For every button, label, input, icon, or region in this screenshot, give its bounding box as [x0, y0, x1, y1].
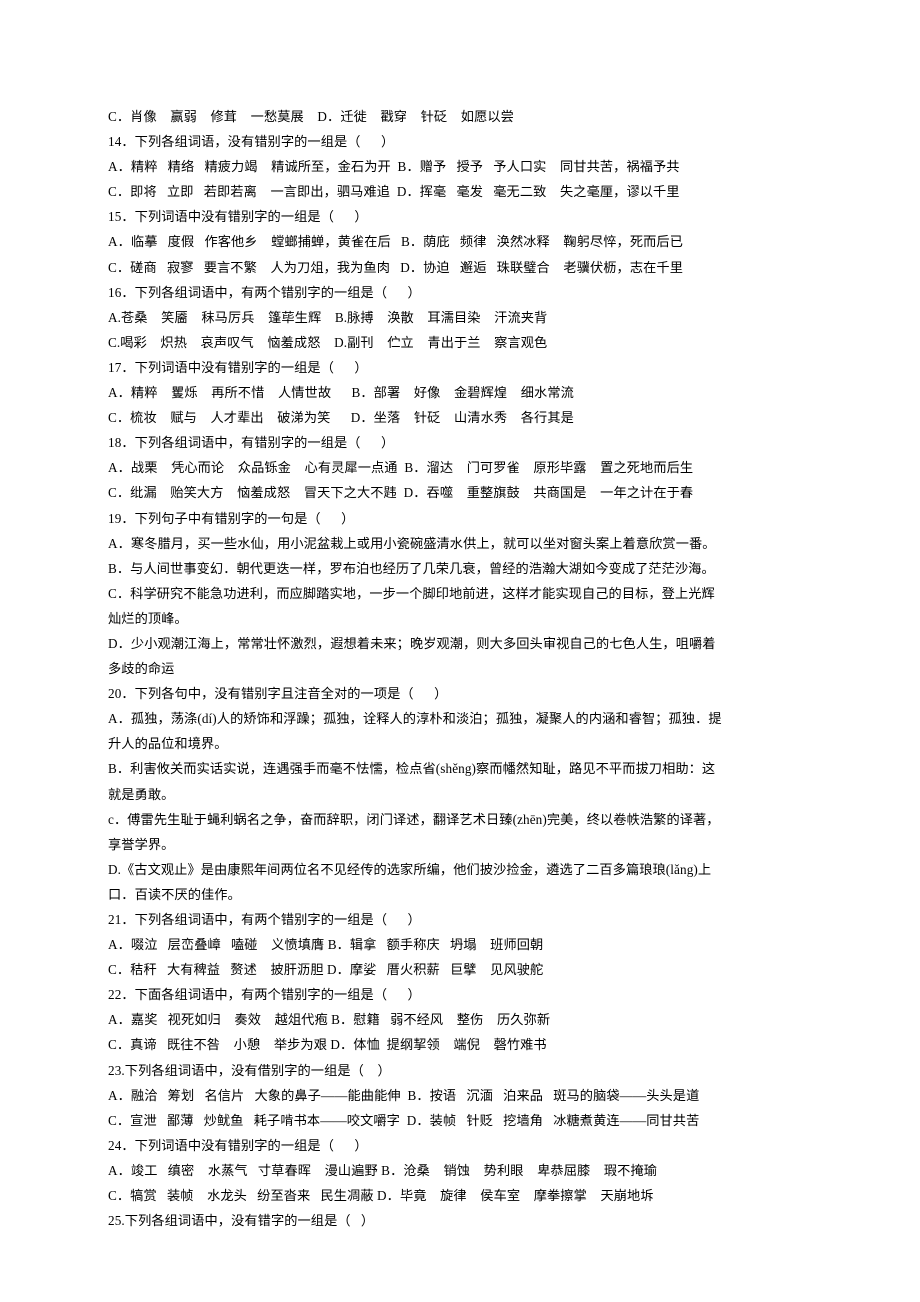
document-page: C．肖像 赢弱 修茸 一愁莫展 D．迁徙 戳穿 针砭 如愿以尝 14．下列各组词语… [0, 0, 920, 1302]
option-line: D．少小观潮江海上，常常壮怀激烈，遐想着未来；晚岁观潮，则大多回头审视自己的七色… [108, 635, 716, 651]
option-line: C．肖像 赢弱 修茸 一愁莫展 D．迁徙 戳穿 针砭 如愿以尝 [108, 109, 514, 124]
option-line: A．嘉奖 视死如归 奏效 越俎代疱 B．慰籍 弱不经风 整伤 历久弥新 [108, 1012, 551, 1028]
option-continuation-line: 口．百读不厌的佳作。 [108, 886, 241, 902]
question-stem-line: 22．下面各组词语中，有两个错别字的一组是（ ） [108, 987, 421, 1003]
option-continuation-line: 升人的品位和境界。 [108, 736, 228, 752]
option-continuation-line: 灿烂的顶峰。 [108, 610, 188, 626]
option-line: c．傅雷先生耻于蝇利蜗名之争，奋而辞职，闭门译述，翻译艺术日臻(zhēn)完美，… [108, 811, 720, 827]
question-stem-line: 16．下列各组词语中，有两个错别字的一组是（ ） [108, 284, 421, 300]
option-line: C.喝彩 炽热 哀声叹气 恼羞成怒 D.副刊 伫立 青出于兰 察言观色 [108, 334, 548, 350]
option-line: C．即将 立即 若即若离 一言即出，驷马难追 D．挥毫 毫发 毫无二致 失之毫厘… [108, 184, 680, 200]
option-line: A．临摹 度假 作客他乡 螳螂捕蝉，黄雀在后 B．荫庇 频律 涣然冰释 鞠躬尽悴… [108, 234, 683, 250]
option-line: A．战栗 凭心而论 众品铄金 心有灵犀一点通 B．溜达 门可罗雀 原形毕露 置之… [108, 460, 694, 476]
option-line: A．精粹 矍烁 再所不惜 人情世故 B．部署 好像 金碧辉煌 细水常流 [108, 385, 574, 401]
option-line: A.苍桑 笑靥 秣马厉兵 篷荜生辉 B.脉搏 涣散 耳濡目染 汗流夹背 [108, 309, 548, 325]
option-continuation-line: 就是勇敢。 [108, 786, 175, 802]
document-body: C．肖像 赢弱 修茸 一愁莫展 D．迁徙 戳穿 针砭 如愿以尝 14．下列各组词语… [108, 104, 876, 1233]
option-line: C．磋商 寂寥 要言不繁 人为刀俎，我为鱼肉 D．协迫 邂逅 珠联璧合 老骥伏枥… [108, 259, 683, 275]
option-continuation-line: 享誉学界。 [108, 836, 175, 852]
question-stem-line: 19．下列句子中有错别字的一句是（ ） [108, 510, 355, 526]
option-line: A．孤独，荡涤(dí)人的矫饰和浮躁；孤独，诠释人的淳朴和淡泊；孤独，凝聚人的内… [108, 711, 722, 727]
question-stem-line: 20．下列各句中，没有错别字且注音全对的一项是（ ） [108, 686, 448, 702]
option-line: C．秸秆 大有稗益 赘述 披肝沥胆 D．摩娑 厝火积薪 巨擘 见风驶舵 [108, 962, 544, 978]
option-line: C．科学研究不能急功进利，而应脚踏实地，一步一个脚印地前进，这样才能实现自己的目… [108, 585, 715, 601]
question-stem-line: 24．下列词语中没有错别字的一组是（ ） [108, 1137, 368, 1153]
question-stem-line: 25.下列各组词语中，没有错字的一组是（ ） [108, 1213, 375, 1229]
option-continuation-line: 多歧的命运 [108, 661, 175, 677]
question-stem-line: 18．下列各组词语中，有错别字的一组是（ ） [108, 435, 395, 451]
option-line: C．犒赏 装帧 水龙头 纷至沓来 民生凋蔽 D．毕竟 旋律 侯车室 摩拳擦掌 天… [108, 1188, 654, 1204]
option-line: C．真谛 既往不咎 小憩 举步为艰 D．体恤 提纲挈领 端倪 磬竹难书 [108, 1037, 547, 1053]
question-stem-line: 23.下列各组词语中，没有借别字的一组是（ ） [108, 1062, 391, 1078]
option-line: A．寒冬腊月，买一些水仙，用小泥盆栽上或用小瓷碗盛清水供上，就可以坐对窗头案上着… [108, 535, 716, 551]
question-stem-line: 21．下列各组词语中，有两个错别字的一组是（ ） [108, 912, 421, 927]
option-line: A．啜泣 层峦叠嶂 嗑碰 义愤填膺 B．辑拿 额手称庆 坍塌 班师回朝 [108, 937, 544, 953]
option-line: D.《古文观止》是由康熙年间两位名不见经传的选家所编，他们披沙捡金，遴选了二百多… [108, 861, 712, 877]
option-line: B．与人间世事变幻．朝代更迭一样，罗布泊也经历了几荣几衰，曾经的浩瀚大湖如今变成… [108, 560, 715, 576]
question-stem-line: 14．下列各组词语，没有错别字的一组是（ ） [108, 134, 395, 150]
option-line: C．纰漏 贻笑大方 恼羞成怒 冒天下之大不韪 D．吞噬 重整旗鼓 共商国是 一年… [108, 485, 694, 501]
question-stem-line: 15．下列词语中没有错别字的一组是（ ） [108, 209, 368, 225]
question-stem-line: 17．下列词语中没有错别字的一组是（ ） [108, 359, 368, 375]
option-line: A．竣工 缜密 水蒸气 寸草春晖 漫山遍野 B．沧桑 销蚀 势利眼 卑恭屈膝 瑕… [108, 1162, 658, 1178]
option-line: C．梳妆 赋与 人才辈出 破涕为笑 D．坐落 针砭 山清水秀 各行其是 [108, 410, 574, 426]
option-line: C．宣泄 鄙薄 炒鱿鱼 耗子啃书本——咬文嚼字 D．装帧 针贬 挖墙角 冰糖煮黄… [108, 1112, 700, 1128]
option-line: A．精粹 精络 精疲力竭 精诚所至，金石为开 B．赠予 授予 予人口实 同甘共苦… [108, 159, 680, 175]
option-line: B．利害攸关而实话实说，连遇强手而毫不怯懦，检点省(shěng)察而幡然知耻，路… [108, 761, 716, 777]
option-line: A．融洽 筹划 名信片 大象的鼻子——能曲能伸 B．按语 沉湎 泊来品 斑马的脑… [108, 1087, 700, 1103]
